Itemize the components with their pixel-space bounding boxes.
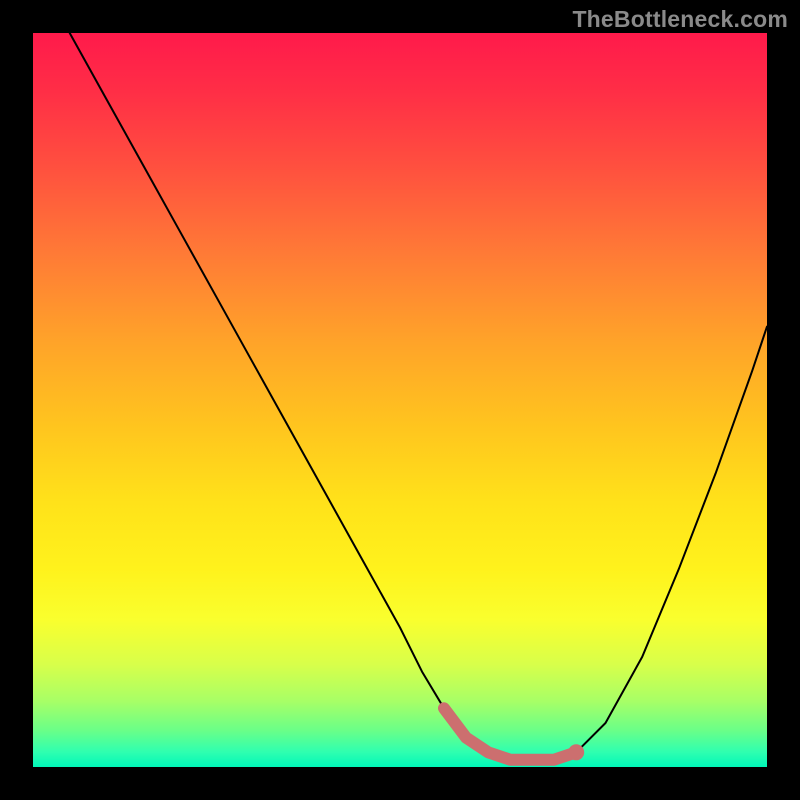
bottleneck-curve: [33, 33, 767, 767]
plot-area: [33, 33, 767, 767]
chart-frame: TheBottleneck.com: [0, 0, 800, 800]
watermark-text: TheBottleneck.com: [572, 6, 788, 33]
